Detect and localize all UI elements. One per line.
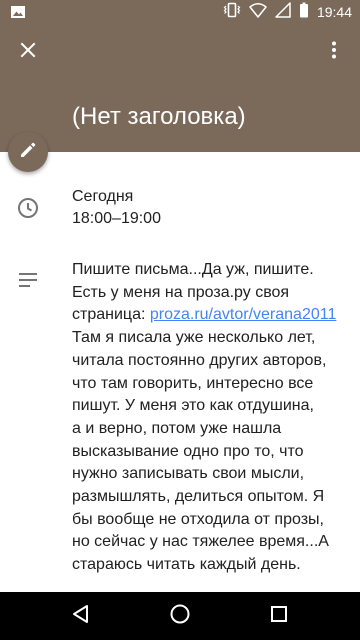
wifi-icon bbox=[249, 2, 267, 23]
signal-icon bbox=[275, 1, 291, 23]
status-time: 19:44 bbox=[316, 4, 352, 20]
home-button[interactable] bbox=[156, 592, 204, 640]
event-date: Сегодня bbox=[72, 188, 134, 205]
home-icon bbox=[169, 603, 191, 630]
event-time: Сегодня 18:00–19:00 bbox=[72, 186, 161, 230]
pencil-icon bbox=[18, 140, 38, 165]
navigation-bar bbox=[0, 592, 360, 640]
event-header: (Нет заголовка) bbox=[0, 24, 360, 152]
event-time-range: 18:00–19:00 bbox=[72, 210, 161, 227]
description-text-end: Там я писала уже несколько лет, читала п… bbox=[72, 329, 329, 574]
more-options-button[interactable] bbox=[318, 36, 350, 68]
status-icons: 19:44 bbox=[223, 0, 352, 24]
more-vert-icon bbox=[331, 41, 337, 64]
event-details-screen: 19:44 (Нет заголовка) Сегодня 18:00–19:0… bbox=[0, 0, 360, 640]
battery-icon bbox=[299, 2, 309, 23]
vibrate-icon bbox=[223, 2, 241, 23]
back-icon bbox=[71, 604, 91, 629]
status-bar: 19:44 bbox=[0, 0, 360, 24]
recents-button[interactable] bbox=[255, 592, 303, 640]
clock-icon bbox=[16, 196, 40, 225]
event-title: (Нет заголовка) bbox=[72, 103, 246, 130]
close-icon bbox=[20, 42, 36, 63]
notes-icon bbox=[16, 268, 40, 297]
back-button[interactable] bbox=[57, 592, 105, 640]
edit-button[interactable] bbox=[8, 132, 48, 172]
recents-icon bbox=[270, 605, 288, 628]
event-description: Пишите письма...Да уж, пишите. Есть у ме… bbox=[72, 259, 352, 577]
description-link[interactable]: proza.ru/avtor/verana2011 bbox=[150, 306, 336, 323]
close-button[interactable] bbox=[12, 36, 44, 68]
image-icon bbox=[10, 4, 26, 25]
